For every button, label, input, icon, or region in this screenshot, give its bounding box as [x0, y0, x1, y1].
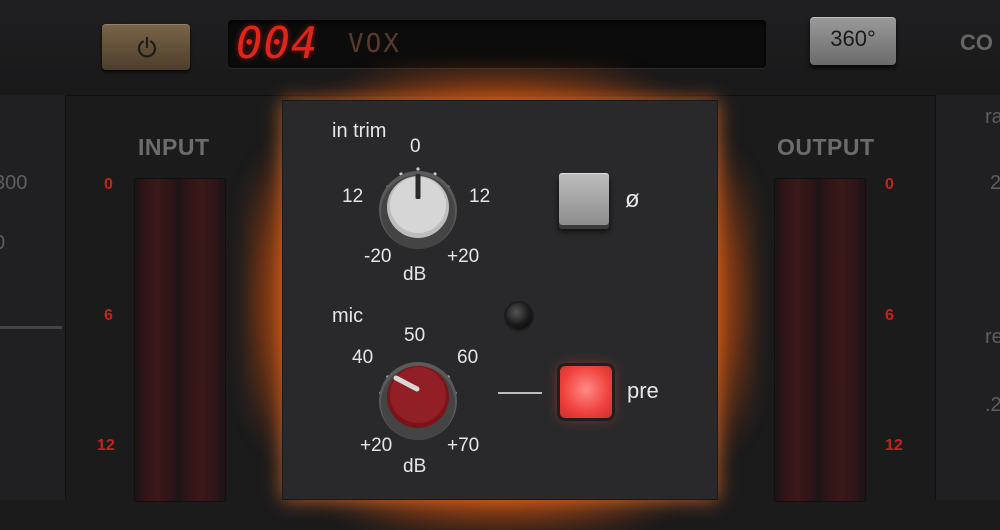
- partial-header-label: CO: [960, 30, 993, 55]
- right-panel-edge: [935, 95, 1000, 500]
- output-meter-mark: 12: [885, 437, 903, 454]
- input-meter-right-channel: [183, 179, 219, 501]
- status-led: [506, 303, 532, 329]
- output-meter-left-channel: [779, 179, 815, 501]
- input-meter-mark: 0: [104, 176, 113, 193]
- output-meter-mark: 6: [885, 307, 894, 324]
- in-trim-knob[interactable]: [368, 155, 468, 255]
- left-partial-value: 300: [0, 172, 28, 194]
- in-trim-unit: dB: [403, 264, 427, 285]
- right-partial-value: 2: [990, 172, 1000, 194]
- in-trim-scale-left: 12: [342, 186, 364, 207]
- left-panel-edge: [0, 95, 66, 500]
- preamp-module: in trim 0 12 12 -20 +20 dB ø mic 50 40 6…: [282, 100, 718, 500]
- input-meter-mark: 12: [97, 437, 115, 454]
- output-meter: [774, 178, 866, 502]
- in-trim-scale-right: 12: [469, 186, 491, 207]
- preset-name: VOX: [348, 29, 401, 59]
- output-meter-right-channel: [823, 179, 859, 501]
- left-partial-value: 0: [0, 232, 5, 255]
- pre-toggle-button[interactable]: [560, 366, 612, 418]
- phase-invert-icon: ø: [625, 186, 640, 213]
- output-meter-mark: 0: [885, 176, 894, 193]
- power-icon: [137, 36, 157, 58]
- preset-number: 004: [236, 18, 319, 69]
- phase-invert-button[interactable]: [559, 173, 609, 225]
- pre-connector-line: [498, 392, 542, 394]
- right-partial-value: .2: [985, 394, 1000, 416]
- input-meter-left-channel: [139, 179, 175, 501]
- left-slider-track[interactable]: [0, 326, 62, 329]
- preset-display[interactable]: 004 VOX: [228, 20, 766, 68]
- input-meter: [134, 178, 226, 502]
- mic-unit: dB: [403, 456, 427, 477]
- mic-gain-knob[interactable]: [368, 345, 468, 445]
- output-meter-title: OUTPUT: [777, 134, 875, 160]
- input-meter-title: INPUT: [138, 134, 210, 160]
- input-meter-mark: 6: [104, 307, 113, 324]
- mic-label: mic: [332, 305, 364, 327]
- right-partial-label: ra: [985, 106, 1000, 128]
- mic-scale-top: 50: [404, 325, 426, 346]
- right-partial-label: re: [985, 326, 1000, 348]
- pre-label: pre: [627, 378, 659, 403]
- in-trim-label: in trim: [332, 120, 387, 142]
- view-360-button[interactable]: 360°: [810, 17, 896, 65]
- in-trim-knob-graphic: [379, 167, 457, 249]
- power-button[interactable]: [102, 24, 190, 70]
- mic-gain-knob-graphic: [379, 362, 457, 440]
